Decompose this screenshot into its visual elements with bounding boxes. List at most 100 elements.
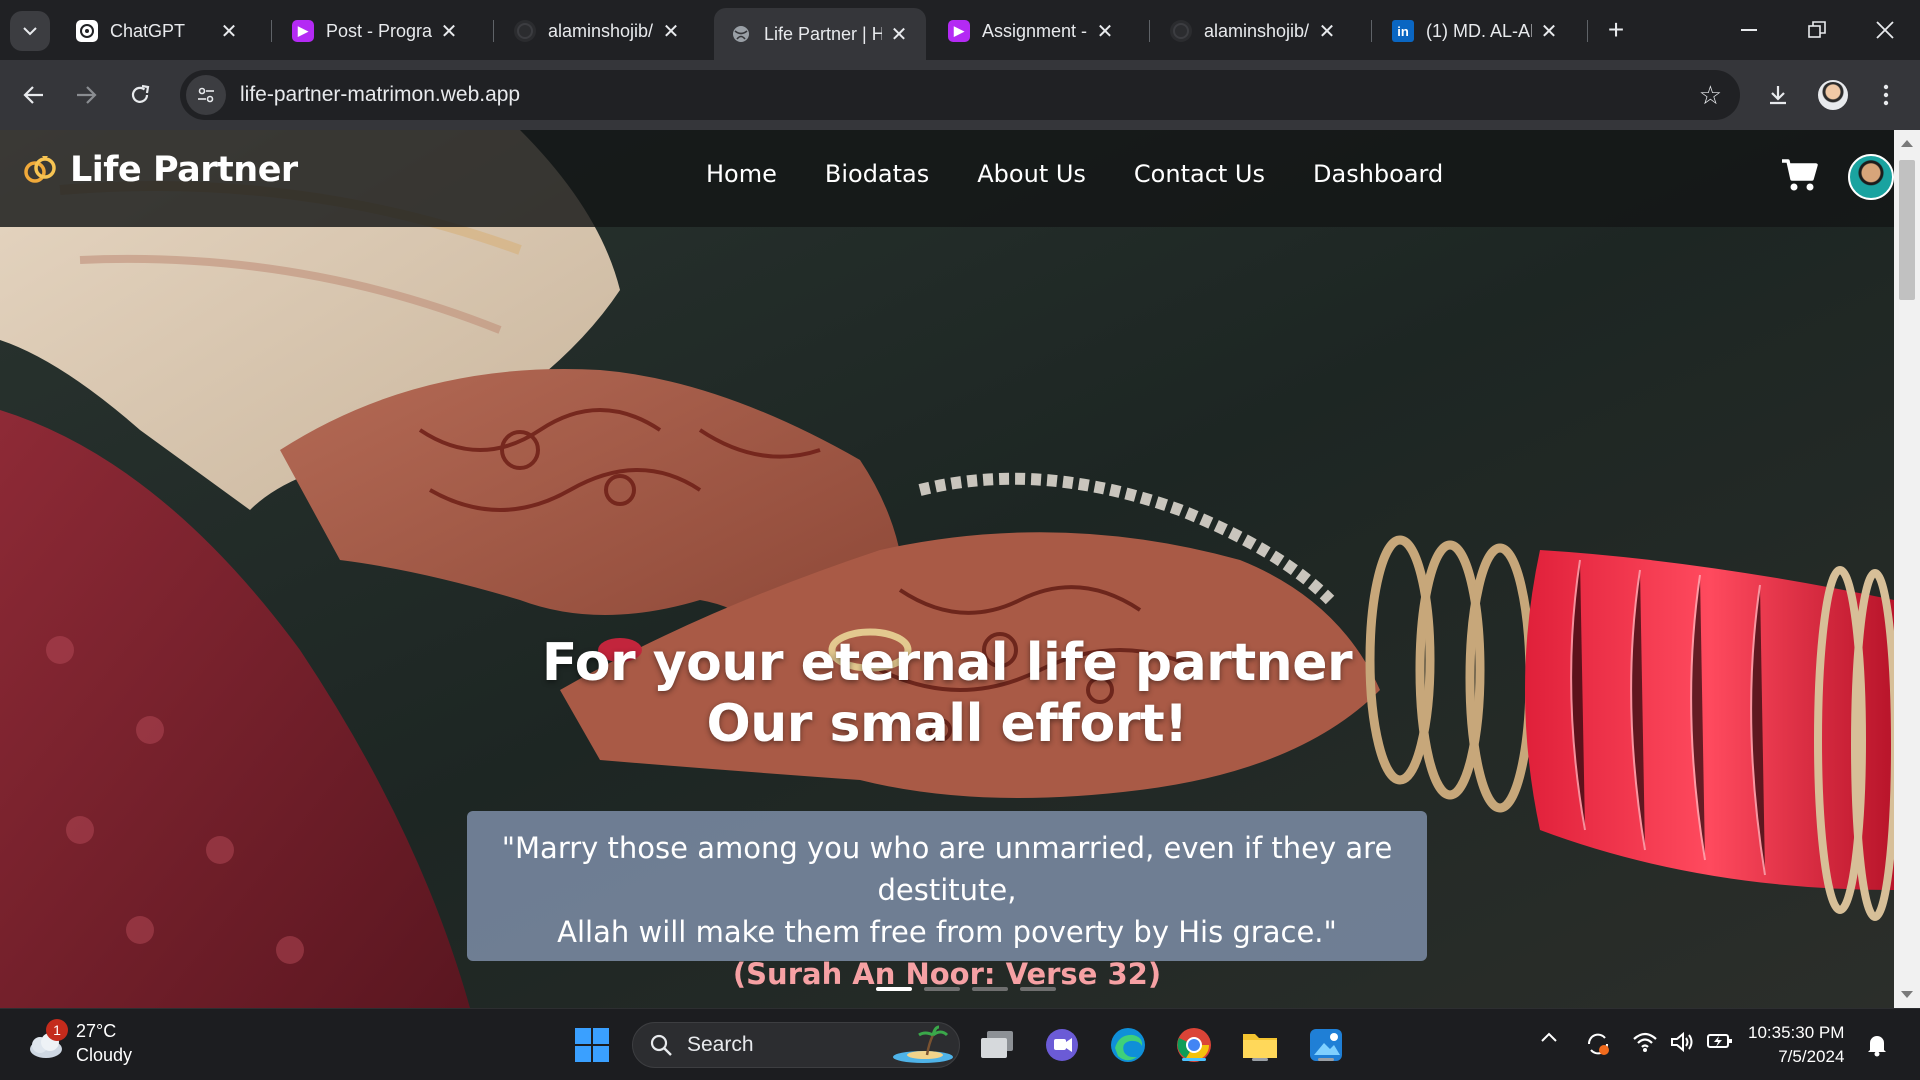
clock-time: 10:35:30 PM: [1748, 1023, 1845, 1042]
battery-button[interactable]: [1706, 1031, 1734, 1051]
wifi-button[interactable]: [1632, 1031, 1658, 1053]
tab-search-button[interactable]: [10, 11, 50, 51]
minimize-button[interactable]: [1726, 10, 1772, 50]
back-button[interactable]: [14, 75, 54, 115]
bell-icon: [1868, 1036, 1886, 1057]
teams-chat-icon: [1046, 1029, 1078, 1061]
tab-assignment[interactable]: ▶ Assignment - ✕: [932, 9, 1132, 53]
restore-button[interactable]: [1794, 10, 1840, 50]
forward-button[interactable]: [66, 75, 106, 115]
weather-widget[interactable]: 1 27°C Cloudy: [24, 1019, 132, 1067]
carousel-dot[interactable]: [1020, 987, 1056, 991]
close-icon[interactable]: ✕: [660, 20, 682, 43]
site-logo[interactable]: Life Partner: [22, 150, 298, 190]
tab-title: alaminshojib/l: [548, 20, 654, 41]
headline-line-1: For your eternal life partner: [541, 633, 1353, 693]
quote-line-2: Allah will make them free from poverty b…: [557, 915, 1337, 949]
nav-home[interactable]: Home: [706, 160, 777, 188]
tab-github-1[interactable]: alaminshojib/l ✕: [498, 9, 698, 53]
volume-button[interactable]: [1670, 1031, 1694, 1053]
start-button[interactable]: [572, 1025, 612, 1065]
close-icon[interactable]: ✕: [1538, 20, 1560, 43]
linkedin-icon: in: [1392, 20, 1414, 42]
site-info-button[interactable]: [186, 75, 226, 115]
close-icon[interactable]: ✕: [218, 20, 240, 43]
scroll-down-icon[interactable]: [1901, 991, 1913, 998]
github-icon: [514, 20, 536, 42]
main-nav: Home Biodatas About Us Contact Us Dashbo…: [706, 160, 1491, 188]
reload-icon: [131, 84, 150, 103]
teams-button[interactable]: [1042, 1025, 1082, 1065]
arrow-right-icon: [77, 86, 97, 104]
address-bar[interactable]: life-partner-matrimon.web.app ☆: [180, 70, 1740, 120]
cart-button[interactable]: [1780, 157, 1820, 198]
nav-about-us[interactable]: About Us: [977, 160, 1086, 188]
rings-icon: [24, 156, 56, 183]
nav-biodatas[interactable]: Biodatas: [825, 160, 929, 188]
running-indicator: [1252, 1058, 1268, 1061]
page-scrollbar[interactable]: [1894, 130, 1920, 1008]
close-icon[interactable]: ✕: [438, 20, 460, 43]
close-icon[interactable]: ✕: [1094, 20, 1116, 43]
weather-badge: 1: [46, 1019, 68, 1041]
beach-illustration-icon: [893, 1025, 953, 1063]
page-viewport: Life Partner Home Biodatas About Us Cont…: [0, 130, 1920, 1008]
close-icon[interactable]: ✕: [1316, 20, 1338, 43]
profile-button[interactable]: [1813, 75, 1853, 115]
sync-status-button[interactable]: [1585, 1031, 1611, 1057]
url-text[interactable]: life-partner-matrimon.web.app: [240, 83, 520, 107]
tab-chatgpt[interactable]: ChatGPT ✕: [60, 9, 256, 53]
hero-headline: For your eternal life partner Our small …: [0, 633, 1894, 755]
chatgpt-icon: [76, 20, 98, 42]
downloads-button[interactable]: [1758, 75, 1798, 115]
close-icon: [1876, 21, 1894, 39]
programming-hero-icon: ▶: [292, 20, 314, 42]
tab-life-partner[interactable]: Life Partner | H ✕: [714, 8, 926, 60]
github-icon: [1170, 20, 1192, 42]
photos-button[interactable]: [1306, 1025, 1346, 1065]
edge-browser-icon: [1111, 1028, 1145, 1062]
edge-button[interactable]: [1108, 1025, 1148, 1065]
scroll-thumb[interactable]: [1899, 160, 1915, 300]
chrome-button[interactable]: [1174, 1025, 1214, 1065]
tab-github-2[interactable]: alaminshojib/l ✕: [1154, 9, 1354, 53]
user-avatar[interactable]: [1848, 154, 1894, 200]
chevron-up-icon: [1541, 1032, 1557, 1042]
new-tab-button[interactable]: +: [1600, 14, 1632, 46]
nav-contact-us[interactable]: Contact Us: [1134, 160, 1265, 188]
cloudy-weather-icon: 1: [24, 1019, 68, 1063]
site-navbar: Life Partner Home Biodatas About Us Cont…: [0, 130, 1894, 227]
tab-title: alaminshojib/l: [1204, 20, 1310, 41]
nav-dashboard[interactable]: Dashboard: [1313, 160, 1443, 188]
tab-title: (1) MD. AL-AN: [1426, 20, 1532, 41]
scroll-up-icon[interactable]: [1901, 140, 1913, 147]
tab-post[interactable]: ▶ Post - Progran ✕: [276, 9, 476, 53]
taskbar-clock[interactable]: 10:35:30 PM 7/5/2024: [1748, 1021, 1844, 1069]
logo-text: Life Partner: [70, 150, 298, 190]
clock-date: 7/5/2024: [1778, 1047, 1845, 1066]
quote-box: "Marry those among you who are unmarried…: [467, 811, 1427, 991]
bookmark-star-icon[interactable]: ☆: [1699, 80, 1722, 111]
tray-overflow-button[interactable]: [1540, 1031, 1558, 1043]
folder-icon: [1243, 1034, 1277, 1058]
more-vertical-icon: [1883, 84, 1889, 106]
programming-hero-icon: ▶: [948, 20, 970, 42]
reload-button[interactable]: [120, 75, 160, 115]
carousel-dot[interactable]: [972, 987, 1008, 991]
notifications-button[interactable]: [1866, 1033, 1888, 1057]
carousel-dot[interactable]: [924, 987, 960, 991]
tab-title: Life Partner | H: [764, 23, 882, 44]
hero-banner: Life Partner Home Biodatas About Us Cont…: [0, 130, 1894, 1008]
cart-icon: [1782, 159, 1818, 191]
close-icon[interactable]: ✕: [888, 23, 910, 46]
tune-icon: [198, 87, 214, 103]
taskbar-search[interactable]: Search: [632, 1022, 960, 1068]
close-window-button[interactable]: [1862, 10, 1908, 50]
carousel-dot[interactable]: [876, 987, 912, 991]
browser-menu-button[interactable]: [1866, 75, 1906, 115]
task-view-button[interactable]: [977, 1025, 1017, 1065]
globe-icon: [730, 23, 752, 45]
tab-linkedin[interactable]: in (1) MD. AL-AN ✕: [1376, 9, 1576, 53]
running-indicator: [1318, 1058, 1334, 1061]
file-explorer-button[interactable]: [1240, 1025, 1280, 1065]
